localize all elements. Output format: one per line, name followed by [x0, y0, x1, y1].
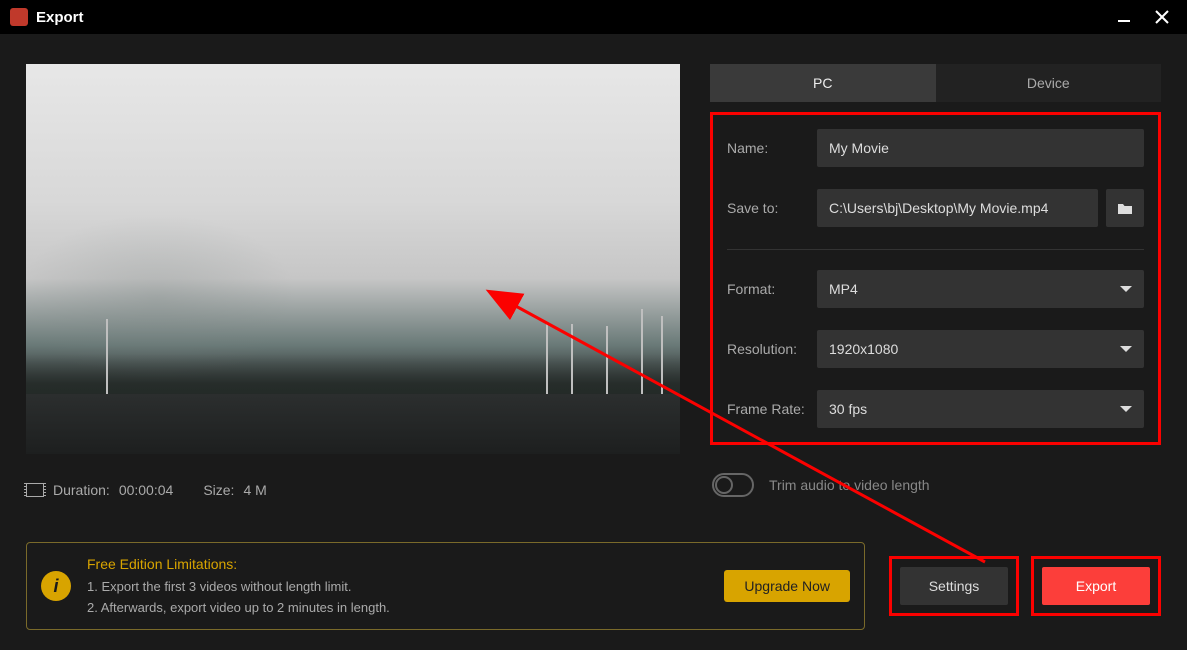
browse-button[interactable]	[1106, 189, 1144, 227]
size-label: Size:	[203, 482, 234, 498]
resolution-label: Resolution:	[727, 341, 817, 357]
size-value: 4 M	[243, 482, 266, 498]
settings-button[interactable]: Settings	[900, 567, 1008, 605]
info-icon: i	[41, 571, 71, 601]
trim-audio-label: Trim audio to video length	[769, 477, 930, 493]
tab-device[interactable]: Device	[936, 64, 1162, 102]
divider	[727, 249, 1144, 250]
titlebar: Export	[0, 0, 1187, 34]
limitation-line2: 2. Afterwards, export video up to 2 minu…	[87, 598, 708, 619]
chevron-down-icon	[1120, 406, 1132, 412]
chevron-down-icon	[1120, 286, 1132, 292]
save-to-input[interactable]: C:\Users\bj\Desktop\My Movie.mp4	[817, 189, 1098, 227]
framerate-label: Frame Rate:	[727, 401, 817, 417]
export-button[interactable]: Export	[1042, 567, 1150, 605]
export-highlight: Export	[1031, 556, 1161, 616]
limitation-line1: 1. Export the first 3 videos without len…	[87, 577, 708, 598]
settings-highlight: Settings	[889, 556, 1019, 616]
framerate-select[interactable]: 30 fps	[817, 390, 1144, 428]
upgrade-button[interactable]: Upgrade Now	[724, 570, 850, 602]
minimize-button[interactable]	[1109, 2, 1139, 32]
video-stats: Duration: 00:00:04 Size: 4 M	[26, 482, 682, 498]
name-label: Name:	[727, 140, 817, 156]
format-label: Format:	[727, 281, 817, 297]
window-title: Export	[36, 9, 1101, 26]
tab-pc[interactable]: PC	[710, 64, 936, 102]
limitation-title: Free Edition Limitations:	[87, 553, 708, 575]
trim-audio-toggle[interactable]	[712, 473, 754, 497]
name-input[interactable]: My Movie	[817, 129, 1144, 167]
format-select[interactable]: MP4	[817, 270, 1144, 308]
video-preview	[26, 64, 680, 454]
free-edition-notice: i Free Edition Limitations: 1. Export th…	[26, 542, 865, 630]
export-settings-panel: Name: My Movie Save to: C:\Users\bj\Desk…	[710, 112, 1161, 445]
resolution-select[interactable]: 1920x1080	[817, 330, 1144, 368]
save-to-label: Save to:	[727, 200, 817, 216]
duration-label: Duration:	[53, 482, 110, 498]
close-button[interactable]	[1147, 2, 1177, 32]
duration-value: 00:00:04	[119, 482, 174, 498]
film-icon	[26, 483, 44, 497]
app-logo	[10, 8, 28, 26]
chevron-down-icon	[1120, 346, 1132, 352]
export-tabs: PC Device	[710, 64, 1161, 102]
